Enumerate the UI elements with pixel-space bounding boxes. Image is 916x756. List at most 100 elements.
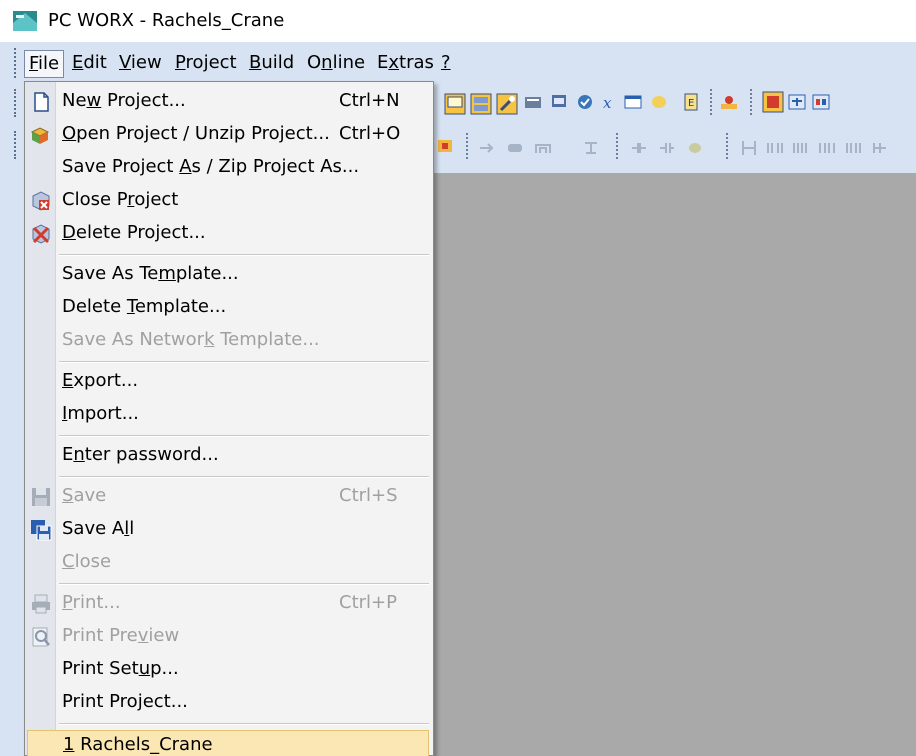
menu-item-save[interactable]: Save Ctrl+S [25,480,433,513]
menu-separator [59,583,429,585]
io-module-icon[interactable] [812,93,830,111]
menu-item-import[interactable]: Import... [25,398,433,431]
menu-item-label: Save All [62,518,135,539]
menu-item-label: Print Preview [62,625,180,646]
menu-item-label: Open Project / Unzip Project... [62,123,330,144]
coil-disabled-icon[interactable] [686,139,704,157]
menu-item-recent-project-1[interactable]: 1 Rachels_Crane [27,730,429,756]
globe-online-icon[interactable] [576,93,594,111]
title-bar: PC WORX - Rachels_Crane [0,0,916,42]
toolbar-separator [750,89,752,115]
library-icon[interactable] [436,137,454,155]
ladder-rung-disabled-icon[interactable] [740,139,758,157]
save-all-icon [31,520,52,541]
arrow-right-disabled-icon[interactable] [478,139,496,157]
menu-item-export[interactable]: Export... [25,365,433,398]
menu-item-save-as-template[interactable]: Save As Template... [25,258,433,291]
pc-worx-app-icon [13,11,37,31]
ladder-branch-disabled-icon[interactable] [844,139,862,157]
menu-item-label: Print... [62,592,121,613]
open-project-icon [30,127,50,144]
menu-separator [59,435,429,437]
notes-icon[interactable] [650,93,668,111]
menu-item-label: Export... [62,370,139,391]
plc-module-icon[interactable] [762,91,784,113]
menu-bar: File Edit View Project Build Online Extr… [0,42,916,83]
toolbar-grip-2[interactable] [14,131,18,159]
user-debug-icon[interactable] [720,93,738,111]
menu-item-save-project-as[interactable]: Save Project As / Zip Project As... [25,151,433,184]
menu-item-print-project[interactable]: Print Project... [25,686,433,719]
new-document-icon [34,92,49,112]
printer-icon [32,594,50,614]
bridge-disabled-icon[interactable] [534,139,552,157]
menu-item-print-setup[interactable]: Print Setup... [25,653,433,686]
file-menu-dropdown: New Project... Ctrl+N Open Project / Unz… [24,81,434,756]
menu-item-label: Import... [62,403,139,424]
menu-item-enter-password[interactable]: Enter password... [25,439,433,472]
contact-right-disabled-icon[interactable] [658,139,676,157]
block-disabled-icon[interactable] [506,139,524,157]
menu-item-label: Save As Network Template... [62,329,320,350]
close-project-icon [32,191,50,211]
ladder-jump-disabled-icon[interactable] [870,139,888,157]
network-disabled-icon[interactable] [582,139,600,157]
menu-item-label: Delete Template... [62,296,227,317]
menu-item-label: Save [62,485,107,506]
print-preview-icon [32,627,50,647]
ladder-coil-disabled-icon[interactable] [818,139,836,157]
mdi-workspace[interactable] [432,173,916,756]
menu-item-print[interactable]: Print... Ctrl+P [25,587,433,620]
menu-separator [59,254,429,256]
menu-item-new-project[interactable]: New Project... Ctrl+N [25,85,433,118]
menu-item-print-preview[interactable]: Print Preview [25,620,433,653]
ladder-contact-nc-disabled-icon[interactable] [792,139,810,157]
network-tree-icon[interactable] [788,93,806,111]
contact-left-disabled-icon[interactable] [630,139,648,157]
menu-help[interactable]: ? [437,50,455,78]
menu-item-close[interactable]: Close [25,546,433,579]
ladder-contact-no-disabled-icon[interactable] [766,139,784,157]
delete-project-icon [32,224,50,244]
document-e-icon[interactable]: E [682,93,700,111]
menu-item-label: Print Setup... [62,658,179,679]
menu-item-label: Close [62,551,112,572]
menu-extras[interactable]: Extras [373,50,438,78]
menu-item-delete-project[interactable]: Delete Project... [25,217,433,250]
menu-build[interactable]: Build [245,50,298,78]
window-split-icon[interactable] [470,93,492,115]
menu-view[interactable]: View [115,50,166,78]
menu-file[interactable]: File [24,50,65,78]
shortcut-label: Ctrl+N [339,90,400,111]
menu-project[interactable]: Project [171,50,241,78]
menu-item-delete-template[interactable]: Delete Template... [25,291,433,324]
menu-item-save-as-network-template[interactable]: Save As Network Template... [25,324,433,357]
menu-separator [59,723,429,725]
menu-edit[interactable]: Edit [68,50,111,78]
menu-separator [59,476,429,478]
window-title: PC WORX - Rachels_Crane [48,10,285,31]
menu-separator [59,361,429,363]
menu-item-open-project[interactable]: Open Project / Unzip Project... Ctrl+O [25,118,433,151]
variable-x-icon[interactable]: x [600,93,618,111]
toolbar-grip-1[interactable] [14,89,18,117]
monitor-window-icon[interactable] [550,93,568,111]
menu-item-label: Save As Template... [62,263,239,284]
toolbar-separator [710,89,712,115]
dock-strip-left [0,173,14,756]
menu-item-label: New Project... [62,90,186,111]
wizard-wand-icon[interactable] [496,93,518,115]
menu-item-label: Print Project... [62,691,188,712]
toolbar-separator [726,133,728,159]
toolbar-row-1: x E [436,85,916,123]
table-view-icon[interactable] [624,93,642,111]
window-layout-icon[interactable] [444,93,466,115]
svg-text:E: E [688,98,694,109]
menu-online[interactable]: Online [303,50,369,78]
menu-item-save-all[interactable]: Save All [25,513,433,546]
keyboard-icon[interactable] [524,93,542,111]
menu-item-close-project[interactable]: Close Project [25,184,433,217]
menubar-grip[interactable] [14,48,18,78]
menu-item-label: 1 Rachels_Crane [63,734,213,755]
menu-item-label: Save Project As / Zip Project As... [62,156,360,177]
